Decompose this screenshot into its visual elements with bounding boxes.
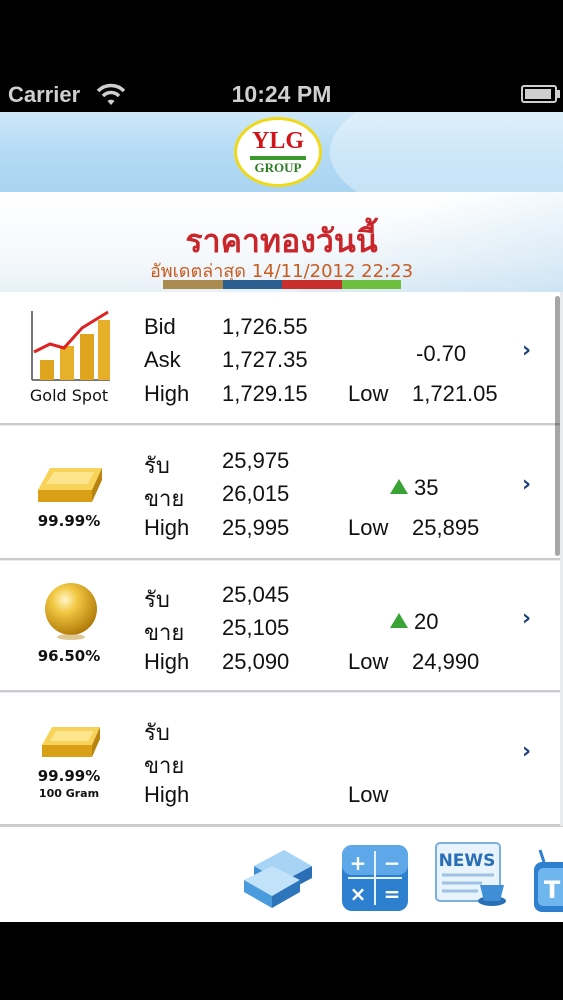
up-arrow-icon <box>390 613 408 628</box>
logo-sub-text: GROUP <box>254 160 302 175</box>
price-row-9650[interactable]: 96.50% รับ 25,045 ขาย 25,105 20 High 25,… <box>0 561 560 692</box>
news-button-icon[interactable]: NEWS <box>434 838 510 914</box>
calculator-button-icon[interactable]: + − × = <box>340 840 410 916</box>
chevron-right-icon[interactable]: › <box>522 739 531 764</box>
gold-bar-icon <box>38 468 102 502</box>
gold-spot-chart-icon <box>31 310 110 381</box>
calc-plus: + <box>350 851 367 875</box>
bid-value: 1,726.55 <box>222 314 308 339</box>
chevron-right-icon[interactable]: › <box>522 472 531 497</box>
clock: 10:24 PM <box>231 81 332 107</box>
low-value: 1,721.05 <box>412 381 498 406</box>
news-label: NEWS <box>439 851 496 871</box>
sell-label: ขาย <box>144 620 185 645</box>
ask-label: Ask <box>144 347 181 372</box>
row-caption: 96.50% <box>37 647 101 665</box>
low-label: Low <box>348 782 389 807</box>
bid-label: Bid <box>144 314 176 339</box>
status-bar: Carrier 10:24 PM <box>0 0 563 112</box>
up-arrow-icon <box>390 479 408 494</box>
high-label: High <box>144 649 190 674</box>
high-value: 1,729.15 <box>222 381 308 406</box>
high-label: High <box>144 515 190 540</box>
stripe-segment-4 <box>341 280 401 289</box>
change-indicator: 20 <box>390 609 438 635</box>
buy-label: รับ <box>144 453 170 478</box>
change-indicator: 35 <box>390 475 438 501</box>
bottom-bezel <box>0 922 563 1000</box>
price-row-9999[interactable]: 99.99% รับ 25,975 ขาย 26,015 35 High 25,… <box>0 426 560 560</box>
price-list[interactable]: Gold Spot Bid 1,726.55 Ask 1,727.35 -0.7… <box>0 292 563 826</box>
svg-text:T: T <box>544 876 561 904</box>
row-caption-sub: 100 Gram <box>38 787 100 800</box>
sell-value: 26,015 <box>222 481 290 506</box>
low-label: Low <box>348 649 389 674</box>
stripe-segment-2 <box>222 280 282 289</box>
sell-label: ขาย <box>144 753 185 778</box>
gold-bars-button-icon[interactable] <box>240 836 316 912</box>
low-value: 25,895 <box>412 515 480 540</box>
sell-label: ขาย <box>144 486 185 511</box>
calc-times: × <box>350 882 367 906</box>
high-value: 25,090 <box>222 649 290 674</box>
price-row-9999-100g[interactable]: 99.99% 100 Gram รับ ขาย High Low › <box>0 693 560 826</box>
high-value: 25,995 <box>222 515 290 540</box>
low-label: Low <box>348 515 389 540</box>
low-label: Low <box>348 381 389 406</box>
stripe-segment-3 <box>282 280 342 289</box>
more-apps-button-icon[interactable]: T <box>530 844 563 920</box>
low-value: 24,990 <box>412 649 480 674</box>
scrollbar[interactable] <box>555 296 560 556</box>
high-label: High <box>144 782 190 807</box>
calc-minus: − <box>384 851 401 875</box>
change-value: 20 <box>414 609 439 634</box>
header-decoration <box>330 112 563 192</box>
gold-ball-icon <box>45 583 97 640</box>
row-caption: 99.99% <box>37 512 101 530</box>
logo-main-text: YLG <box>251 128 304 154</box>
battery-icon <box>521 85 557 103</box>
gold-bar-small-icon <box>42 727 100 757</box>
color-stripe <box>163 280 401 289</box>
high-label: High <box>144 381 190 406</box>
chevron-right-icon[interactable]: › <box>522 606 531 631</box>
chevron-right-icon[interactable]: › <box>522 338 531 363</box>
row-caption: Gold Spot <box>29 386 109 405</box>
stripe-segment-1 <box>163 280 223 289</box>
change-value: 35 <box>414 475 439 500</box>
buy-label: รับ <box>144 587 170 612</box>
battery-tip <box>557 90 560 98</box>
price-row-gold-spot[interactable]: Gold Spot Bid 1,726.55 Ask 1,727.35 -0.7… <box>0 292 560 425</box>
calc-equals: = <box>384 882 401 906</box>
buy-label: รับ <box>144 720 170 745</box>
ask-value: 1,727.35 <box>222 347 308 372</box>
buy-value: 25,045 <box>222 582 290 607</box>
ylg-logo: YLG GROUP <box>234 117 322 187</box>
sell-value: 25,105 <box>222 615 290 640</box>
buy-value: 25,975 <box>222 448 290 473</box>
row-caption: 99.99% <box>37 767 101 785</box>
change-value: -0.70 <box>416 341 467 366</box>
